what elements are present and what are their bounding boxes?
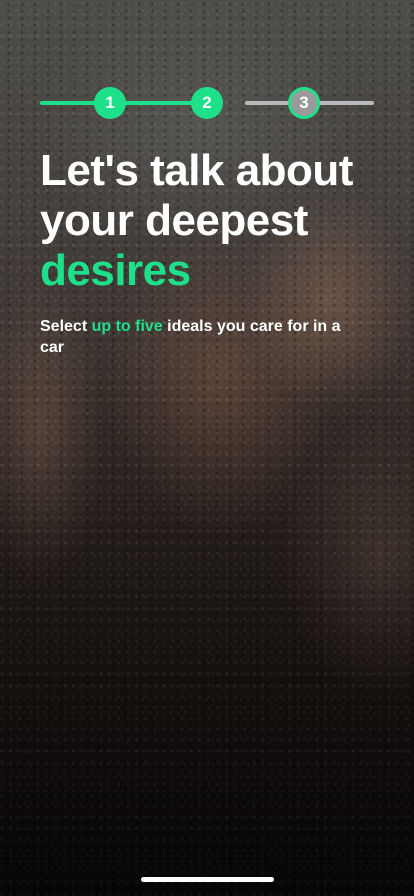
title-line-1: Let's talk about	[40, 146, 353, 195]
progress-stepper: 1 2 3	[40, 86, 374, 120]
home-indicator[interactable]	[141, 877, 274, 882]
step-3-label: 3	[299, 93, 309, 112]
step-2-label: 2	[202, 93, 212, 112]
background-overlay	[0, 0, 414, 896]
step-2[interactable]: 2	[191, 87, 223, 119]
page-title: Let's talk about your deepest desires	[40, 146, 390, 296]
subtitle-prefix: Select	[40, 318, 92, 335]
step-1-label: 1	[105, 93, 115, 112]
page-subtitle: Select up to five ideals you care for in…	[40, 316, 360, 358]
step-3[interactable]: 3	[288, 87, 320, 119]
subtitle-highlight: up to five	[91, 318, 163, 335]
title-line-2: your deepest	[40, 196, 308, 245]
step-1[interactable]: 1	[94, 87, 126, 119]
title-accent: desires	[40, 246, 191, 295]
